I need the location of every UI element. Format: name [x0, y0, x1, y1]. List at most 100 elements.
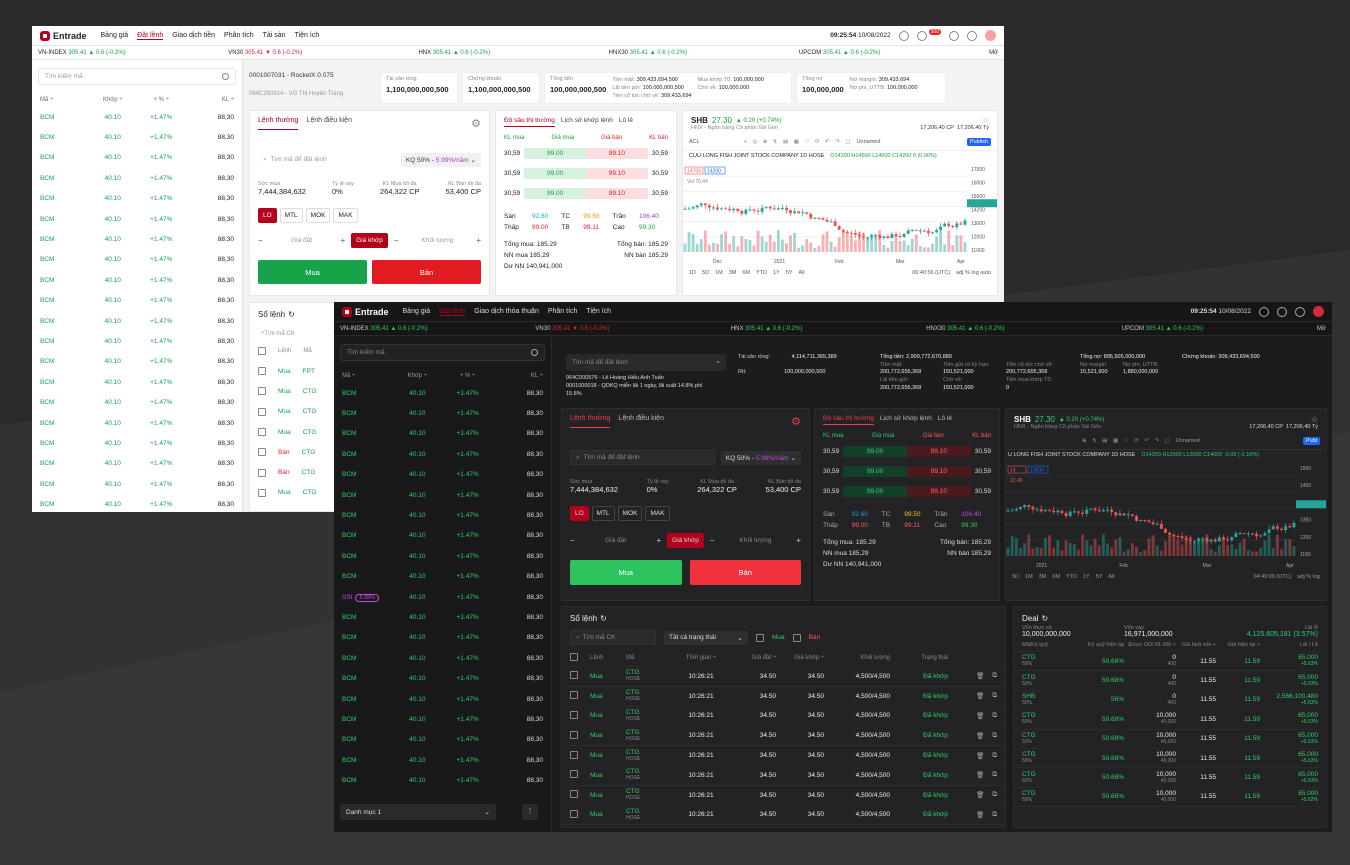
watchlist-row[interactable]: BCM 40.10 +1.47% 88,30: [32, 229, 242, 249]
order-type-lo[interactable]: LO: [258, 208, 277, 223]
notification-icon[interactable]: [916, 30, 927, 41]
watchlist-row[interactable]: BCM 40.10 +1.47% 88,30: [334, 383, 551, 403]
watchlist-row[interactable]: BCM 40.10 +1.47% 88,30: [334, 444, 551, 464]
deal-row[interactable]: CTG 50% 50.68% 0 400 11.55 11.59 65,000 +5.63%: [1014, 652, 1326, 672]
range-6m[interactable]: 6M: [1052, 574, 1060, 580]
avatar[interactable]: [1313, 306, 1324, 317]
match-price-button[interactable]: Giá khớp: [667, 533, 704, 548]
bank-icon[interactable]: [1259, 306, 1269, 317]
order-row[interactable]: Mua CTG HOSE 10:26:21 34.50 34.50 4,500/4,500 Đ…: [562, 746, 1005, 766]
range-ytd[interactable]: YTD: [1066, 574, 1077, 580]
watchlist-row[interactable]: BCM 40.10 +1.47% 88,30: [334, 730, 551, 750]
category-select[interactable]: Danh mục 1 ⌄: [340, 804, 496, 820]
range-6m[interactable]: 6M: [742, 270, 750, 276]
volume-plus-button[interactable]: +: [796, 536, 801, 545]
copy-icon[interactable]: ⧉: [992, 771, 997, 779]
order-code-input[interactable]: ⌕ Tìm mã để đặt lệnh: [570, 450, 715, 465]
row-checkbox[interactable]: [570, 809, 578, 818]
volume-plus-button[interactable]: +: [476, 236, 481, 245]
deal-col-3[interactable]: Giá hoà vốn ÷: [1176, 642, 1216, 648]
nav-item-1[interactable]: Đặt lệnh: [137, 32, 164, 40]
order-row[interactable]: Mua CTG HOSE 10:26:21 34.50 34.50 4,500/4,500 Đ…: [562, 786, 1005, 806]
watchlist-row[interactable]: BCM 40.10 +1.47% 88,30: [32, 148, 242, 168]
watchlist-row[interactable]: BCM 40.10 +1.47% 88,30: [334, 403, 551, 423]
more-options-icon[interactable]: ⋮: [522, 804, 538, 820]
watch-col-2[interactable]: + % ÷: [443, 373, 493, 379]
delete-icon[interactable]: 🗑: [976, 712, 984, 720]
logo[interactable]: Entrade: [342, 306, 389, 317]
row-checkbox[interactable]: [258, 488, 266, 497]
chart-options[interactable]: adj % log: [1297, 574, 1320, 580]
delete-icon[interactable]: 🗑: [976, 811, 984, 819]
index-item[interactable]: HNX30 305.41 ▲ 0.6 (-0.2%): [926, 326, 1121, 332]
watchlist-row[interactable]: BCM 40.10 +1.47% 88,30: [334, 770, 551, 790]
watchlist-row[interactable]: BCM 40.10 +1.47% 88,30: [32, 454, 242, 474]
logo[interactable]: Entrade: [40, 30, 87, 41]
index-item[interactable]: HNX 305.41 ▲ 0.6 (-0.2%): [418, 50, 608, 56]
order-row[interactable]: Mua CTG HOSE 10:26:21 34.50 34.50 4,500/4,500 Đ…: [562, 766, 1005, 786]
watchlist-row[interactable]: BCM 40.10 +1.47% 88,30: [334, 648, 551, 668]
publish-button[interactable]: Publish: [966, 138, 991, 146]
tab-conditional-order[interactable]: Lệnh điều kiện: [618, 415, 664, 428]
watchlist-row[interactable]: BCM 40.10 +1.47% 88,30: [334, 465, 551, 485]
order-row[interactable]: Mua CTG HOSE 10:26:21 34.50 34.50 4,500/4,500 Đ…: [562, 726, 1005, 747]
range-1d[interactable]: 1D: [689, 270, 696, 276]
chart-toolbar-icons[interactable]: ⊕ ↯ ▤ ▦ ♡ ⟳ ↶ ↷ ▢: [1082, 438, 1172, 444]
watchlist-row[interactable]: BCM 40.10 +1.47% 88,30: [334, 689, 551, 709]
price-input[interactable]: Giá đặt: [581, 537, 651, 544]
watchlist-row[interactable]: BCM 40.10 +1.47% 88,30: [334, 546, 551, 566]
order-row[interactable]: Bán CTG: [250, 462, 338, 482]
watch-col-2[interactable]: + % ÷: [137, 97, 186, 103]
tab-match-history[interactable]: Lịch sử khớp lệnh: [880, 415, 932, 425]
avatar[interactable]: [985, 30, 996, 41]
watchlist-row[interactable]: BCM 40.10 +1.47% 88,30: [334, 709, 551, 729]
theme-icon[interactable]: [949, 30, 959, 41]
status-filter[interactable]: Tất cả trạng thái ⌄: [664, 630, 748, 645]
help-icon[interactable]: [967, 30, 977, 41]
order-book-row[interactable]: 30,59 99.00 99.10 30,59: [815, 481, 999, 501]
settings-icon[interactable]: ⚙: [471, 117, 481, 130]
watchlist-search-input[interactable]: Tìm kiếm mã: [340, 344, 545, 361]
order-row[interactable]: Bán CTG: [250, 442, 338, 462]
symbol-search-input[interactable]: Tìm mã để đặt lệnh ⌕: [566, 354, 726, 371]
deal-row[interactable]: CTG 50% 50.68% 0 400 11.55 11.59 65,000 +5.63%: [1014, 671, 1326, 691]
star-icon[interactable]: ☆: [982, 116, 989, 125]
row-checkbox[interactable]: [258, 367, 266, 376]
order-type-mak[interactable]: MAK: [333, 208, 358, 223]
watchlist-row[interactable]: BCM 40.10 +1.47% 88,30: [334, 567, 551, 587]
tab-market-depth[interactable]: Độ sâu thị trường: [823, 415, 874, 425]
range-1m[interactable]: 1M: [1025, 574, 1033, 580]
tab-odd-lot[interactable]: Lô lẻ: [938, 415, 952, 425]
watchlist-row[interactable]: BCM 40.10 +1.47% 88,30: [32, 311, 242, 331]
copy-icon[interactable]: ⧉: [992, 791, 997, 799]
index-item[interactable]: HNX 305.41 ▲ 0.6 (-0.2%): [731, 326, 926, 332]
deal-col-5[interactable]: Lãi / Lỗ: [1300, 642, 1318, 648]
buy-button[interactable]: Mua: [258, 260, 367, 284]
search-icon[interactable]: [222, 73, 229, 80]
range-1y[interactable]: 1Y: [773, 270, 780, 276]
watch-col-0[interactable]: Mã ÷: [342, 373, 392, 379]
price-plus-button[interactable]: +: [657, 536, 662, 545]
delete-icon[interactable]: 🗑: [976, 791, 984, 799]
search-icon[interactable]: [531, 349, 538, 356]
index-item[interactable]: VN-INDEX 305.41 ▲ 0.6 (-0.2%): [38, 50, 228, 56]
index-item[interactable]: VN30 305.41 ▼ 0.6 (-0.2%): [535, 326, 730, 332]
row-checkbox[interactable]: [258, 387, 266, 396]
index-item[interactable]: VN-INDEX 305.41 ▲ 0.6 (-0.2%): [340, 326, 535, 332]
buy-filter-checkbox[interactable]: [756, 633, 764, 642]
index-item[interactable]: HNX30 305.41 ▲ 0.6 (-0.2%): [609, 50, 799, 56]
delete-icon[interactable]: 🗑: [976, 771, 984, 779]
range-1y[interactable]: 1Y: [1083, 574, 1090, 580]
deal-row[interactable]: CTG 50% 50.68% 10,000 40,000 11.55 11.59 65,000…: [1014, 788, 1326, 808]
deal-col-2[interactable]: Được GD/ KL Mở ÷: [1124, 642, 1176, 648]
volume-minus-button[interactable]: −: [710, 536, 715, 545]
watch-col-3[interactable]: KL ÷: [493, 373, 543, 379]
range-3m[interactable]: 3M: [1039, 574, 1047, 580]
range-1m[interactable]: 1M: [715, 270, 723, 276]
row-checkbox[interactable]: [258, 468, 266, 477]
watchlist-row[interactable]: BCM 40.10 +1.47% 88,30: [334, 505, 551, 525]
watchlist-row[interactable]: BCM 40.10 +1.47% 88,30: [334, 424, 551, 444]
order-book-row[interactable]: 30,59 99.00 99.10 30,59: [815, 461, 999, 481]
watchlist-row[interactable]: BCM 40.10 +1.47% 88,30: [32, 494, 242, 512]
row-checkbox[interactable]: [570, 790, 578, 799]
